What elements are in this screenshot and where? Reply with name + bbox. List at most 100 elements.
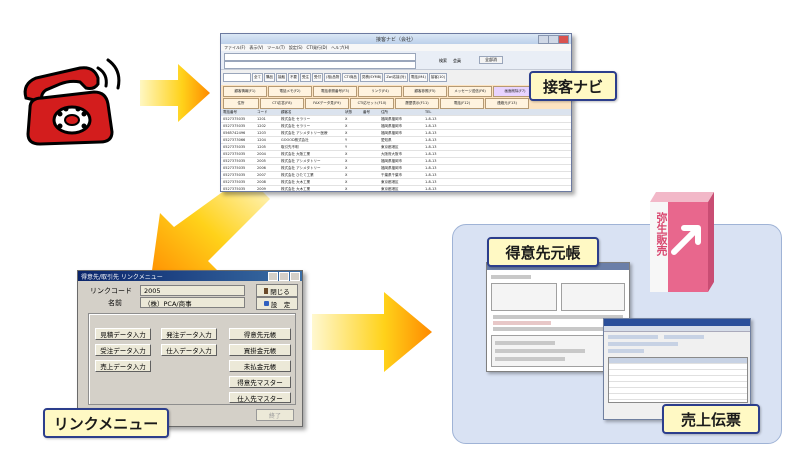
tab-estimate[interactable]: 見積(SYMB) — [359, 73, 384, 82]
table-row[interactable]: 0527375035 2008 株式会社 大木工業 X 東京都港区 1-8-13 — [221, 179, 571, 186]
settings-button[interactable]: 設 定 — [256, 297, 298, 310]
clear-all-button[interactable]: 全部消 — [479, 56, 503, 64]
search-field-2[interactable] — [224, 61, 416, 69]
cell-tel: 1-8-13 — [425, 166, 437, 170]
tab-service[interactable]: 接客(10) — [428, 73, 448, 82]
menu-settings[interactable]: 設定(S) — [289, 45, 303, 51]
cell-phone: 0527375035 — [223, 180, 246, 184]
cell-phone: 0527375035 — [223, 166, 246, 170]
cell-phone: 0527375035 — [223, 173, 246, 177]
option-member[interactable]: 会員 — [453, 58, 461, 64]
cell-tel: 1-8-13 — [425, 152, 437, 156]
grid-header-row: 電話番号 コード 顧客名 状態 番号 住所 TEL — [221, 109, 571, 116]
close-button[interactable]: 閉じる — [256, 284, 298, 297]
date-field[interactable] — [223, 73, 251, 82]
table-row[interactable]: 0527373066 1204 GOOOD株式会社 Y 愛知県 1-8-13 — [221, 137, 571, 144]
table-row[interactable]: 0527375035 1205 取引先不明 Y 東京都港区 1-8-13 — [221, 144, 571, 151]
estimate-entry-button[interactable]: 見積データ入力 — [95, 328, 151, 340]
cell-customer: 株式会社 大木工業 — [281, 187, 311, 191]
close-icon[interactable] — [290, 272, 300, 281]
cell-phone: 0527375035 — [223, 152, 246, 156]
minimize-icon[interactable] — [268, 272, 278, 281]
unpaid-ledger-button[interactable]: 未払金元帳 — [229, 360, 291, 372]
slip-field — [608, 349, 644, 353]
tab-contact[interactable]: 接触 — [276, 73, 287, 82]
purchase-entry-button[interactable]: 仕入データ入力 — [161, 344, 217, 356]
table-row[interactable]: 0527375035 2009 株式会社 大木工業 X 東京都港区 1-8-13 — [221, 186, 571, 191]
message-send-button[interactable]: メッセージ送信(F6) — [448, 86, 492, 97]
cell-phone: 0527375035 — [223, 124, 246, 128]
menu-tools[interactable]: ツール(T) — [267, 45, 285, 51]
purchase-order-entry-button[interactable]: 発注データ入力 — [161, 328, 217, 340]
cell-tel: 1-8-13 — [425, 173, 437, 177]
tab-cti-goods[interactable]: CTI商品 — [342, 73, 359, 82]
table-row[interactable]: 0527375035 1201 株式会社 セラリー X 福岡県福岡市 1-8-13 — [221, 116, 571, 123]
phone-memo-button[interactable]: 電話メモ(F2) — [268, 86, 312, 97]
tab-phone[interactable]: 電話(M4) — [408, 73, 428, 82]
cell-tel: 1-8-13 — [425, 138, 437, 142]
product-box-label: 弥生販売 — [655, 212, 668, 256]
tab-unneeded[interactable]: 不要 — [288, 73, 299, 82]
name-field[interactable]: （株）PCA/商事 — [140, 297, 245, 308]
customer-master-button[interactable]: 得意先マスター — [229, 376, 291, 388]
search-field-1[interactable] — [224, 53, 416, 61]
contact-source-button[interactable]: 連絡元(F13) — [485, 98, 529, 109]
fax-data-button[interactable]: FAXデータ見(F9) — [305, 98, 349, 109]
end-button[interactable]: 終了 — [256, 409, 294, 421]
option-search[interactable]: 検索 — [439, 58, 447, 64]
menu-file[interactable]: ファイル(F) — [224, 45, 245, 51]
table-row[interactable]: 0527375035 2004 株式会社 大阪工業 X 大阪府大阪市 1-8-13 — [221, 151, 571, 158]
sales-entry-button[interactable]: 売上データ入力 — [95, 360, 151, 372]
table-row[interactable]: 0527375035 2005 株式会社 アシメタトリー X 福岡県福岡市 1-8-13 — [221, 158, 571, 165]
col-number: 番号 — [363, 110, 370, 114]
link-menu-button-panel: 見積データ入力 発注データ入力 得意先元帳 受注データ入力 仕入データ入力 買掛… — [88, 313, 296, 405]
tab-all[interactable]: 全て — [252, 73, 263, 82]
cell-address: 千葉県千葉市 — [381, 173, 402, 177]
customer-ledger-button[interactable]: 得意先元帳 — [229, 328, 291, 340]
cell-customer: 株式会社 大阪工業 — [281, 152, 311, 156]
table-row[interactable]: 0565742496 1203 株式会社 アシメタトリー医療 X 福岡県福岡市 1-8-1… — [221, 130, 571, 137]
tab-goods[interactable]: (相)品物 — [324, 73, 342, 82]
payable-ledger-button[interactable]: 買掛金元帳 — [229, 344, 291, 356]
cell-tel: 1-8-13 — [425, 131, 437, 135]
link-button[interactable]: リンク(F4) — [358, 86, 402, 97]
table-row[interactable]: 0527375035 1202 株式会社 セラリー X 福岡県福岡市 1-8-13 — [221, 123, 571, 130]
menu-cti[interactable]: CTI発行(D) — [307, 45, 328, 51]
tab-purchase[interactable]: 購品 — [264, 73, 275, 82]
cti-response-button[interactable]: CTI応答(F8) — [260, 98, 304, 109]
phone-ref-button[interactable]: 電話参照番号(F3) — [313, 86, 357, 97]
slip-field — [608, 335, 658, 339]
tab-order[interactable]: 受注 — [300, 73, 311, 82]
col-address: 住所 — [381, 110, 388, 114]
callout-sales-slip: 売上伝票 — [662, 404, 760, 434]
supplier-master-button[interactable]: 仕入先マスター — [229, 392, 291, 403]
order-entry-button[interactable]: 受注データ入力 — [95, 344, 151, 356]
cell-address: 大阪府大阪市 — [381, 152, 402, 156]
navi-title: 接客ナビ（会社） — [375, 36, 416, 43]
settings-button-label: 設 定 — [270, 300, 291, 309]
tab-response[interactable]: Zwi応接(対) — [384, 73, 408, 82]
customer-ref-button[interactable]: 顧客参照(F5) — [403, 86, 447, 97]
cell-status: X — [345, 166, 348, 170]
table-row[interactable]: 0527375035 2007 株式会社 ひたて工業 X 千葉県千葉市 1-8-13 — [221, 172, 571, 179]
close-icon[interactable] — [558, 35, 569, 44]
customer-info-button[interactable]: 顧客情報(F1) — [223, 86, 267, 97]
cell-tel: 1-8-13 — [425, 145, 437, 149]
maximize-icon[interactable] — [279, 272, 289, 281]
address-button[interactable]: 住所 — [223, 98, 259, 109]
link-code-field[interactable]: 2005 — [140, 285, 245, 296]
menu-view[interactable]: 表示(V) — [249, 45, 263, 51]
cell-code: 2007 — [257, 173, 266, 177]
cti-set-button[interactable]: CTI応セット(F10) — [350, 98, 394, 109]
history-button[interactable]: 履歴表示(F11) — [395, 98, 439, 109]
cell-customer: 株式会社 アシメタトリー — [281, 166, 321, 170]
phone-button[interactable]: 電話(F12) — [440, 98, 484, 109]
callout-customer-navi: 接客ナビ — [529, 71, 617, 101]
cell-address: 東京都港区 — [381, 187, 399, 191]
door-icon — [264, 287, 269, 294]
table-row[interactable]: 0527375035 2006 株式会社 アシメタトリー X 福岡県福岡市 1-8-13 — [221, 165, 571, 172]
menu-help[interactable]: ヘルプ(H) — [331, 45, 349, 51]
tab-reception[interactable]: 受付 — [312, 73, 323, 82]
ledger-line — [491, 275, 531, 279]
cell-address: 愛知県 — [381, 138, 392, 142]
